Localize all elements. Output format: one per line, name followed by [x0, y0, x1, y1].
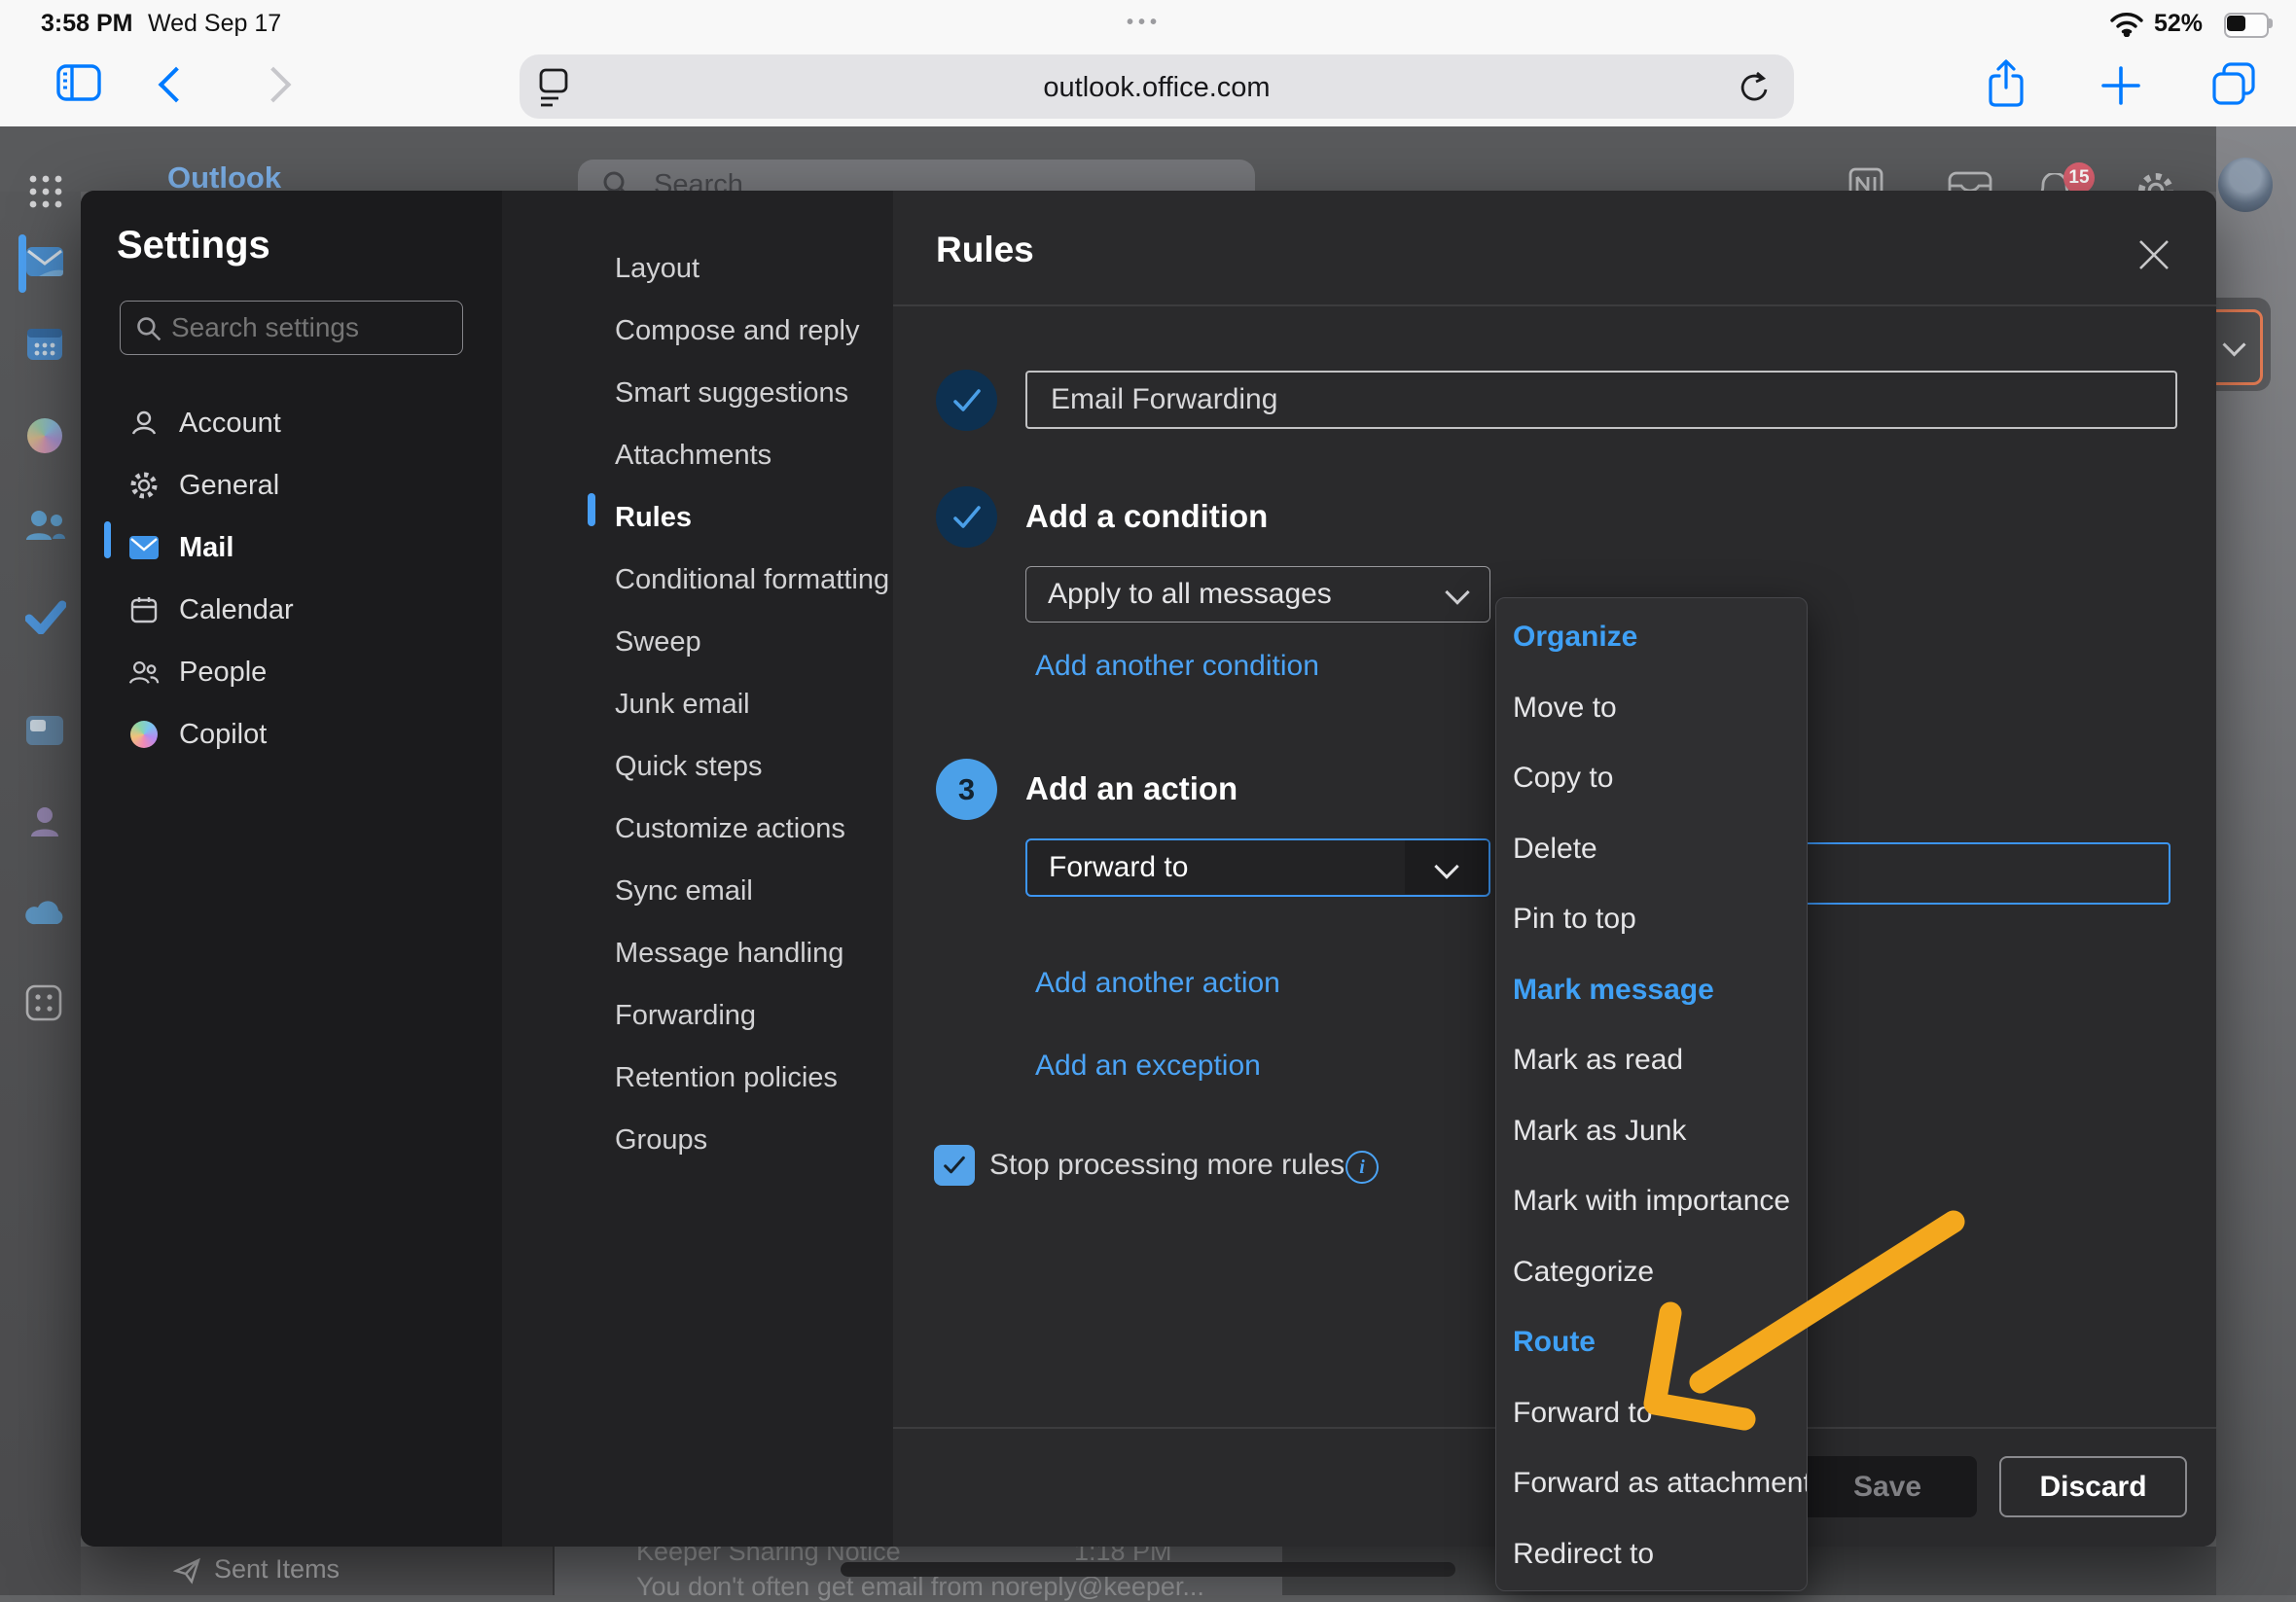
condition-select[interactable]: Apply to all messages — [1025, 566, 1490, 623]
condition-heading: Add a condition — [1025, 497, 1268, 536]
action-menu: Organize Move to Copy to Delete Pin to t… — [1495, 597, 1808, 1591]
sent-items-icon — [173, 1556, 202, 1585]
copilot-icon — [128, 719, 160, 750]
people-icon — [128, 657, 160, 688]
add-exception-link[interactable]: Add an exception — [1035, 1047, 1261, 1086]
menu-item-redirect-to[interactable]: Redirect to — [1496, 1519, 1807, 1590]
mail-nav-sweep[interactable]: Sweep — [502, 611, 893, 673]
menu-item-mark-as-read[interactable]: Mark as read — [1496, 1025, 1807, 1096]
mail-nav-junk-email[interactable]: Junk email — [502, 673, 893, 735]
clock: 3:58 PM — [41, 10, 132, 38]
multitask-dots-icon[interactable]: ••• — [1127, 12, 1162, 34]
mail-nav-quick-steps[interactable]: Quick steps — [502, 735, 893, 798]
mail-nav-smart-suggestions[interactable]: Smart suggestions — [502, 362, 893, 424]
sidebar-toggle-icon[interactable] — [56, 64, 103, 103]
settings-nav-people[interactable]: People — [81, 641, 502, 703]
add-another-condition-link[interactable]: Add another condition — [1035, 647, 1319, 686]
menu-item-forward-as-attachment[interactable]: Forward as attachment — [1496, 1448, 1807, 1519]
browser-chrome: 3:58 PM Wed Sep 17 ••• 52% outlook.offic… — [0, 0, 2296, 126]
tabs-icon[interactable] — [2210, 60, 2257, 107]
share-icon[interactable] — [1987, 58, 2026, 109]
mail-nav-groups[interactable]: Groups — [502, 1109, 893, 1171]
save-button[interactable]: Save — [1798, 1456, 1977, 1517]
mail-settings-nav: Layout Compose and reply Smart suggestio… — [502, 191, 894, 1547]
stop-processing-label: Stop processing more rules — [989, 1146, 1345, 1185]
menu-item-mark-message[interactable]: Mark message — [1496, 955, 1807, 1026]
menu-item-categorize[interactable]: Categorize — [1496, 1237, 1807, 1308]
rule-name-input[interactable]: Email Forwarding — [1025, 371, 2177, 429]
mail-nav-attachments[interactable]: Attachments — [502, 424, 893, 486]
step-2-check — [936, 486, 997, 548]
new-tab-icon[interactable] — [2099, 64, 2142, 107]
discard-button[interactable]: Discard — [1999, 1456, 2187, 1517]
rules-title: Rules — [936, 230, 1034, 270]
forward-button[interactable] — [256, 67, 292, 103]
reload-icon[interactable] — [1738, 70, 1773, 105]
mail-nav-retention-policies[interactable]: Retention policies — [502, 1047, 893, 1109]
mail-nav-layout[interactable]: Layout — [502, 237, 893, 300]
mail-nav-message-handling[interactable]: Message handling — [502, 922, 893, 984]
folder-sent-items: Sent Items — [214, 1554, 340, 1584]
settings-nav-account[interactable]: Account — [81, 392, 502, 454]
settings-search-input[interactable] — [120, 301, 463, 355]
chevron-down-icon — [1445, 580, 1469, 604]
url-text: outlook.office.com — [520, 72, 1794, 104]
menu-item-forward-to[interactable]: Forward to — [1496, 1378, 1807, 1449]
rail-todo-icon — [25, 599, 66, 634]
rail-video-icon — [25, 714, 64, 747]
battery-percent: 52% — [2154, 10, 2203, 38]
rail-cloud-icon — [25, 897, 66, 926]
outlook-app-rail — [0, 192, 81, 1595]
action-heading: Add an action — [1025, 769, 1238, 808]
info-icon[interactable]: i — [1345, 1151, 1379, 1184]
person-icon — [128, 408, 160, 439]
back-button[interactable] — [159, 67, 195, 103]
stop-processing-checkbox[interactable] — [934, 1145, 975, 1186]
rail-more-apps-icon — [25, 984, 62, 1021]
mail-nav-forwarding[interactable]: Forwarding — [502, 984, 893, 1047]
mail-icon — [128, 532, 160, 563]
wifi-icon — [2109, 12, 2144, 37]
rail-org-icon — [25, 805, 64, 840]
rail-people-icon — [25, 510, 66, 543]
mail-nav-conditional-formatting[interactable]: Conditional formatting — [502, 549, 893, 611]
settings-nav-calendar[interactable]: Calendar — [81, 579, 502, 641]
menu-item-route[interactable]: Route — [1496, 1307, 1807, 1378]
horizontal-scrollbar[interactable] — [841, 1562, 1455, 1577]
settings-nav-mail[interactable]: Mail — [81, 516, 502, 579]
rail-copilot-icon — [27, 418, 62, 453]
rail-calendar-icon — [25, 327, 64, 362]
mail-nav-rules[interactable]: Rules — [502, 486, 893, 549]
menu-item-pin-to-top[interactable]: Pin to top — [1496, 884, 1807, 955]
settings-dialog: Settings Account General Mail Calendar P… — [81, 191, 2216, 1547]
calendar-icon — [128, 594, 160, 625]
add-another-action-link[interactable]: Add another action — [1035, 964, 1280, 1003]
mail-nav-compose-and-reply[interactable]: Compose and reply — [502, 300, 893, 362]
step-1-check — [936, 370, 997, 431]
menu-item-delete[interactable]: Delete — [1496, 814, 1807, 885]
menu-item-organize[interactable]: Organize — [1496, 602, 1807, 673]
settings-sidebar: Settings Account General Mail Calendar P… — [81, 191, 503, 1547]
settings-nav-copilot[interactable]: Copilot — [81, 703, 502, 765]
mail-nav-customize-actions[interactable]: Customize actions — [502, 798, 893, 860]
avatar — [2218, 158, 2273, 212]
notification-badge: 15 — [2063, 162, 2095, 194]
settings-nav-general[interactable]: General — [81, 454, 502, 516]
date: Wed Sep 17 — [148, 10, 281, 38]
menu-item-mark-with-importance[interactable]: Mark with importance — [1496, 1166, 1807, 1237]
menu-item-move-to[interactable]: Move to — [1496, 673, 1807, 744]
rail-mail-icon — [25, 245, 64, 278]
step-3-circle: 3 — [936, 759, 997, 820]
menu-item-mark-as-junk[interactable]: Mark as Junk — [1496, 1096, 1807, 1167]
app-launcher-icon — [27, 173, 64, 210]
close-icon[interactable] — [2136, 237, 2171, 272]
action-select[interactable]: Forward to — [1025, 838, 1490, 897]
settings-title: Settings — [117, 224, 270, 267]
gear-icon — [128, 470, 160, 501]
mail-nav-sync-email[interactable]: Sync email — [502, 860, 893, 922]
menu-item-copy-to[interactable]: Copy to — [1496, 743, 1807, 814]
